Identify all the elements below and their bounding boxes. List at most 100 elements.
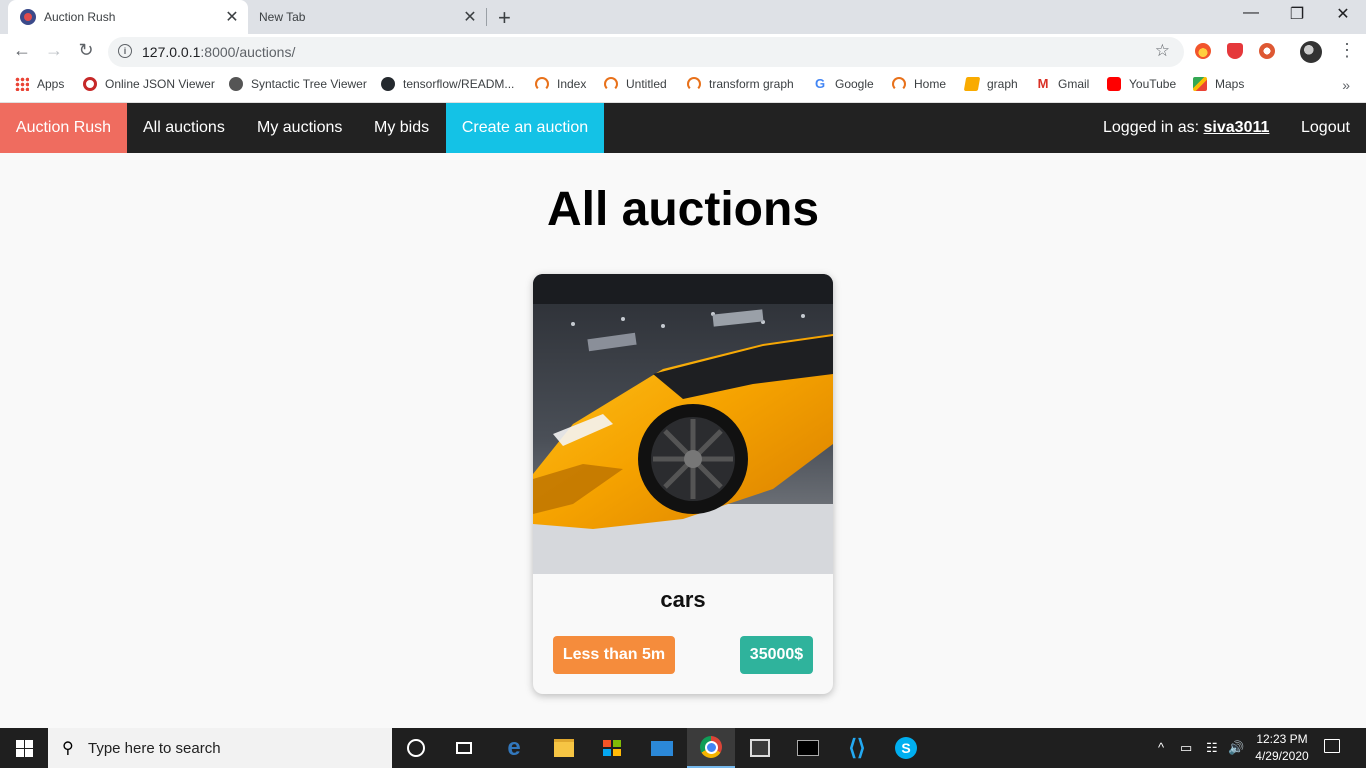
tab-auction-rush[interactable]: Auction Rush ✕ [8,0,248,34]
bookmark-graph[interactable]: graph [963,77,1018,91]
bookmark-label: Online JSON Viewer [105,77,215,91]
tab-new-tab[interactable]: New Tab ✕ [248,0,486,34]
new-tab-plus-icon[interactable]: + [498,5,511,31]
bookmark-tensorflow-readme[interactable]: tensorflow/READM... [381,77,514,91]
bookmark-label: Syntactic Tree Viewer [251,77,367,91]
bookmark-label: transform graph [709,77,794,91]
wifi-icon[interactable]: ☷ [1206,740,1218,756]
youtube-icon [1107,77,1121,91]
bookmark-label: Apps [37,77,65,91]
taskbar-search-box[interactable]: ⚲ Type here to search [48,728,392,768]
back-arrow-icon[interactable]: ← [10,40,34,61]
shield-extension-icon[interactable] [1227,43,1243,59]
bookmark-label: Home [914,77,947,91]
bookmark-maps[interactable]: Maps [1193,77,1244,91]
bookmark-youtube[interactable]: YouTube [1107,77,1176,91]
store-icon[interactable] [588,728,636,768]
vscode-icon[interactable]: ⟨⟩ [833,728,881,768]
show-hidden-icons-chevron-icon[interactable]: ^ [1158,740,1164,755]
windows-start-icon[interactable] [16,740,33,757]
site-navbar: Auction Rush All auctions My auctions My… [0,103,1366,153]
nav-my-auctions[interactable]: My auctions [241,103,358,153]
nav-all-auctions[interactable]: All auctions [127,103,241,153]
logout-link[interactable]: Logout [1301,103,1350,153]
url-path: :8000/auctions/ [200,44,296,60]
volume-icon[interactable]: 🔊 [1228,740,1244,756]
bookmark-label: Google [835,77,874,91]
bookmark-label: Maps [1215,77,1245,91]
url-host: 127.0.0.1 [142,44,201,60]
close-tab-icon[interactable]: ✕ [222,7,242,27]
battery-icon[interactable]: ▭ [1180,740,1192,756]
bookmark-index[interactable]: Index [535,77,586,91]
task-view-icon[interactable] [440,728,488,768]
close-tab-icon[interactable]: ✕ [460,7,480,27]
bookmark-home[interactable]: Home [892,77,946,91]
clock-time: 12:23 PM [1256,732,1308,746]
bookmark-syntactic-tree-viewer[interactable]: Syntactic Tree Viewer [229,77,367,91]
taskbar-clock[interactable]: 12:23 PM 4/29/2020 [1252,731,1312,765]
duckduckgo-extension-icon[interactable] [1259,43,1275,59]
bookmark-label: YouTube [1129,77,1177,91]
skype-icon[interactable]: S [882,728,930,768]
bookmark-star-icon[interactable]: ☆ [1155,41,1170,61]
tab-title: Auction Rush [44,10,116,24]
jupyter-icon [687,77,701,91]
nav-my-bids[interactable]: My bids [358,103,445,153]
json-viewer-icon [83,77,97,91]
terminal-icon[interactable] [784,728,832,768]
bookmark-label: Untitled [626,77,667,91]
bookmark-gmail[interactable]: M Gmail [1036,77,1090,92]
search-icon: ⚲ [62,740,74,757]
clock-date: 4/29/2020 [1255,749,1309,763]
github-icon [381,77,395,91]
profile-avatar[interactable] [1300,41,1322,63]
site-info-icon[interactable]: i [118,44,132,58]
jupyter-icon [535,77,549,91]
file-explorer-icon[interactable] [540,728,588,768]
browser-tab-strip: Auction Rush ✕ New Tab ✕ + — ❐ ✕ [0,0,1366,34]
auction-card[interactable]: cars Less than 5m 35000$ [533,274,833,694]
logged-in-label: Logged in as: [1103,119,1204,136]
book-icon [963,77,981,91]
bookmark-transform-graph[interactable]: transform graph [687,77,794,91]
tab-title: New Tab [259,10,306,24]
forward-arrow-icon[interactable]: → [42,40,66,61]
browser-toolbar: ← → ↻ i 127.0.0.1:8000/auctions/ ☆ ⋮ [0,34,1366,70]
windows-taskbar: ⚲ Type here to search e ⟨⟩ S ^ ▭ ☷ 🔊 12:… [0,728,1366,768]
reload-icon[interactable]: ↻ [74,40,98,61]
jupyter-icon [604,77,618,91]
minimize-icon[interactable]: — [1228,4,1274,22]
bookmark-label: Index [557,77,587,91]
maps-icon [1193,77,1207,91]
auction-image[interactable] [533,274,833,574]
more-bookmarks-chevron-icon[interactable]: » [1342,77,1350,93]
fire-extension-icon[interactable] [1195,43,1211,59]
username-link[interactable]: siva3011 [1204,119,1270,136]
auction-rush-favicon-icon [20,9,36,25]
bookmark-google[interactable]: G Google [813,77,874,92]
bookmark-label: graph [987,77,1018,91]
chrome-icon[interactable] [687,728,735,768]
mail-icon[interactable] [638,728,686,768]
url-text[interactable]: 127.0.0.1:8000/auctions/ [142,44,295,60]
video-editor-icon[interactable] [736,728,784,768]
globe-icon [229,77,243,91]
edge-icon[interactable]: e [490,728,538,768]
close-window-icon[interactable]: ✕ [1320,4,1366,24]
bookmark-online-json-viewer[interactable]: Online JSON Viewer [83,77,215,91]
nav-create-auction[interactable]: Create an auction [446,103,604,153]
chrome-menu-icon[interactable]: ⋮ [1338,40,1356,61]
bookmark-untitled[interactable]: Untitled [604,77,667,91]
auction-title[interactable]: cars [533,587,833,613]
restore-icon[interactable]: ❐ [1274,4,1320,24]
address-bar[interactable]: i 127.0.0.1:8000/auctions/ ☆ [108,37,1184,67]
notification-center-icon[interactable] [1324,739,1340,753]
cortana-icon[interactable] [392,728,440,768]
bookmark-label: tensorflow/READM... [403,77,515,91]
search-placeholder: Type here to search [88,740,221,757]
price-badge: 35000$ [740,636,813,674]
brand-link[interactable]: Auction Rush [0,103,127,153]
time-left-badge: Less than 5m [553,636,675,674]
bookmark-apps[interactable]: Apps [15,77,64,91]
